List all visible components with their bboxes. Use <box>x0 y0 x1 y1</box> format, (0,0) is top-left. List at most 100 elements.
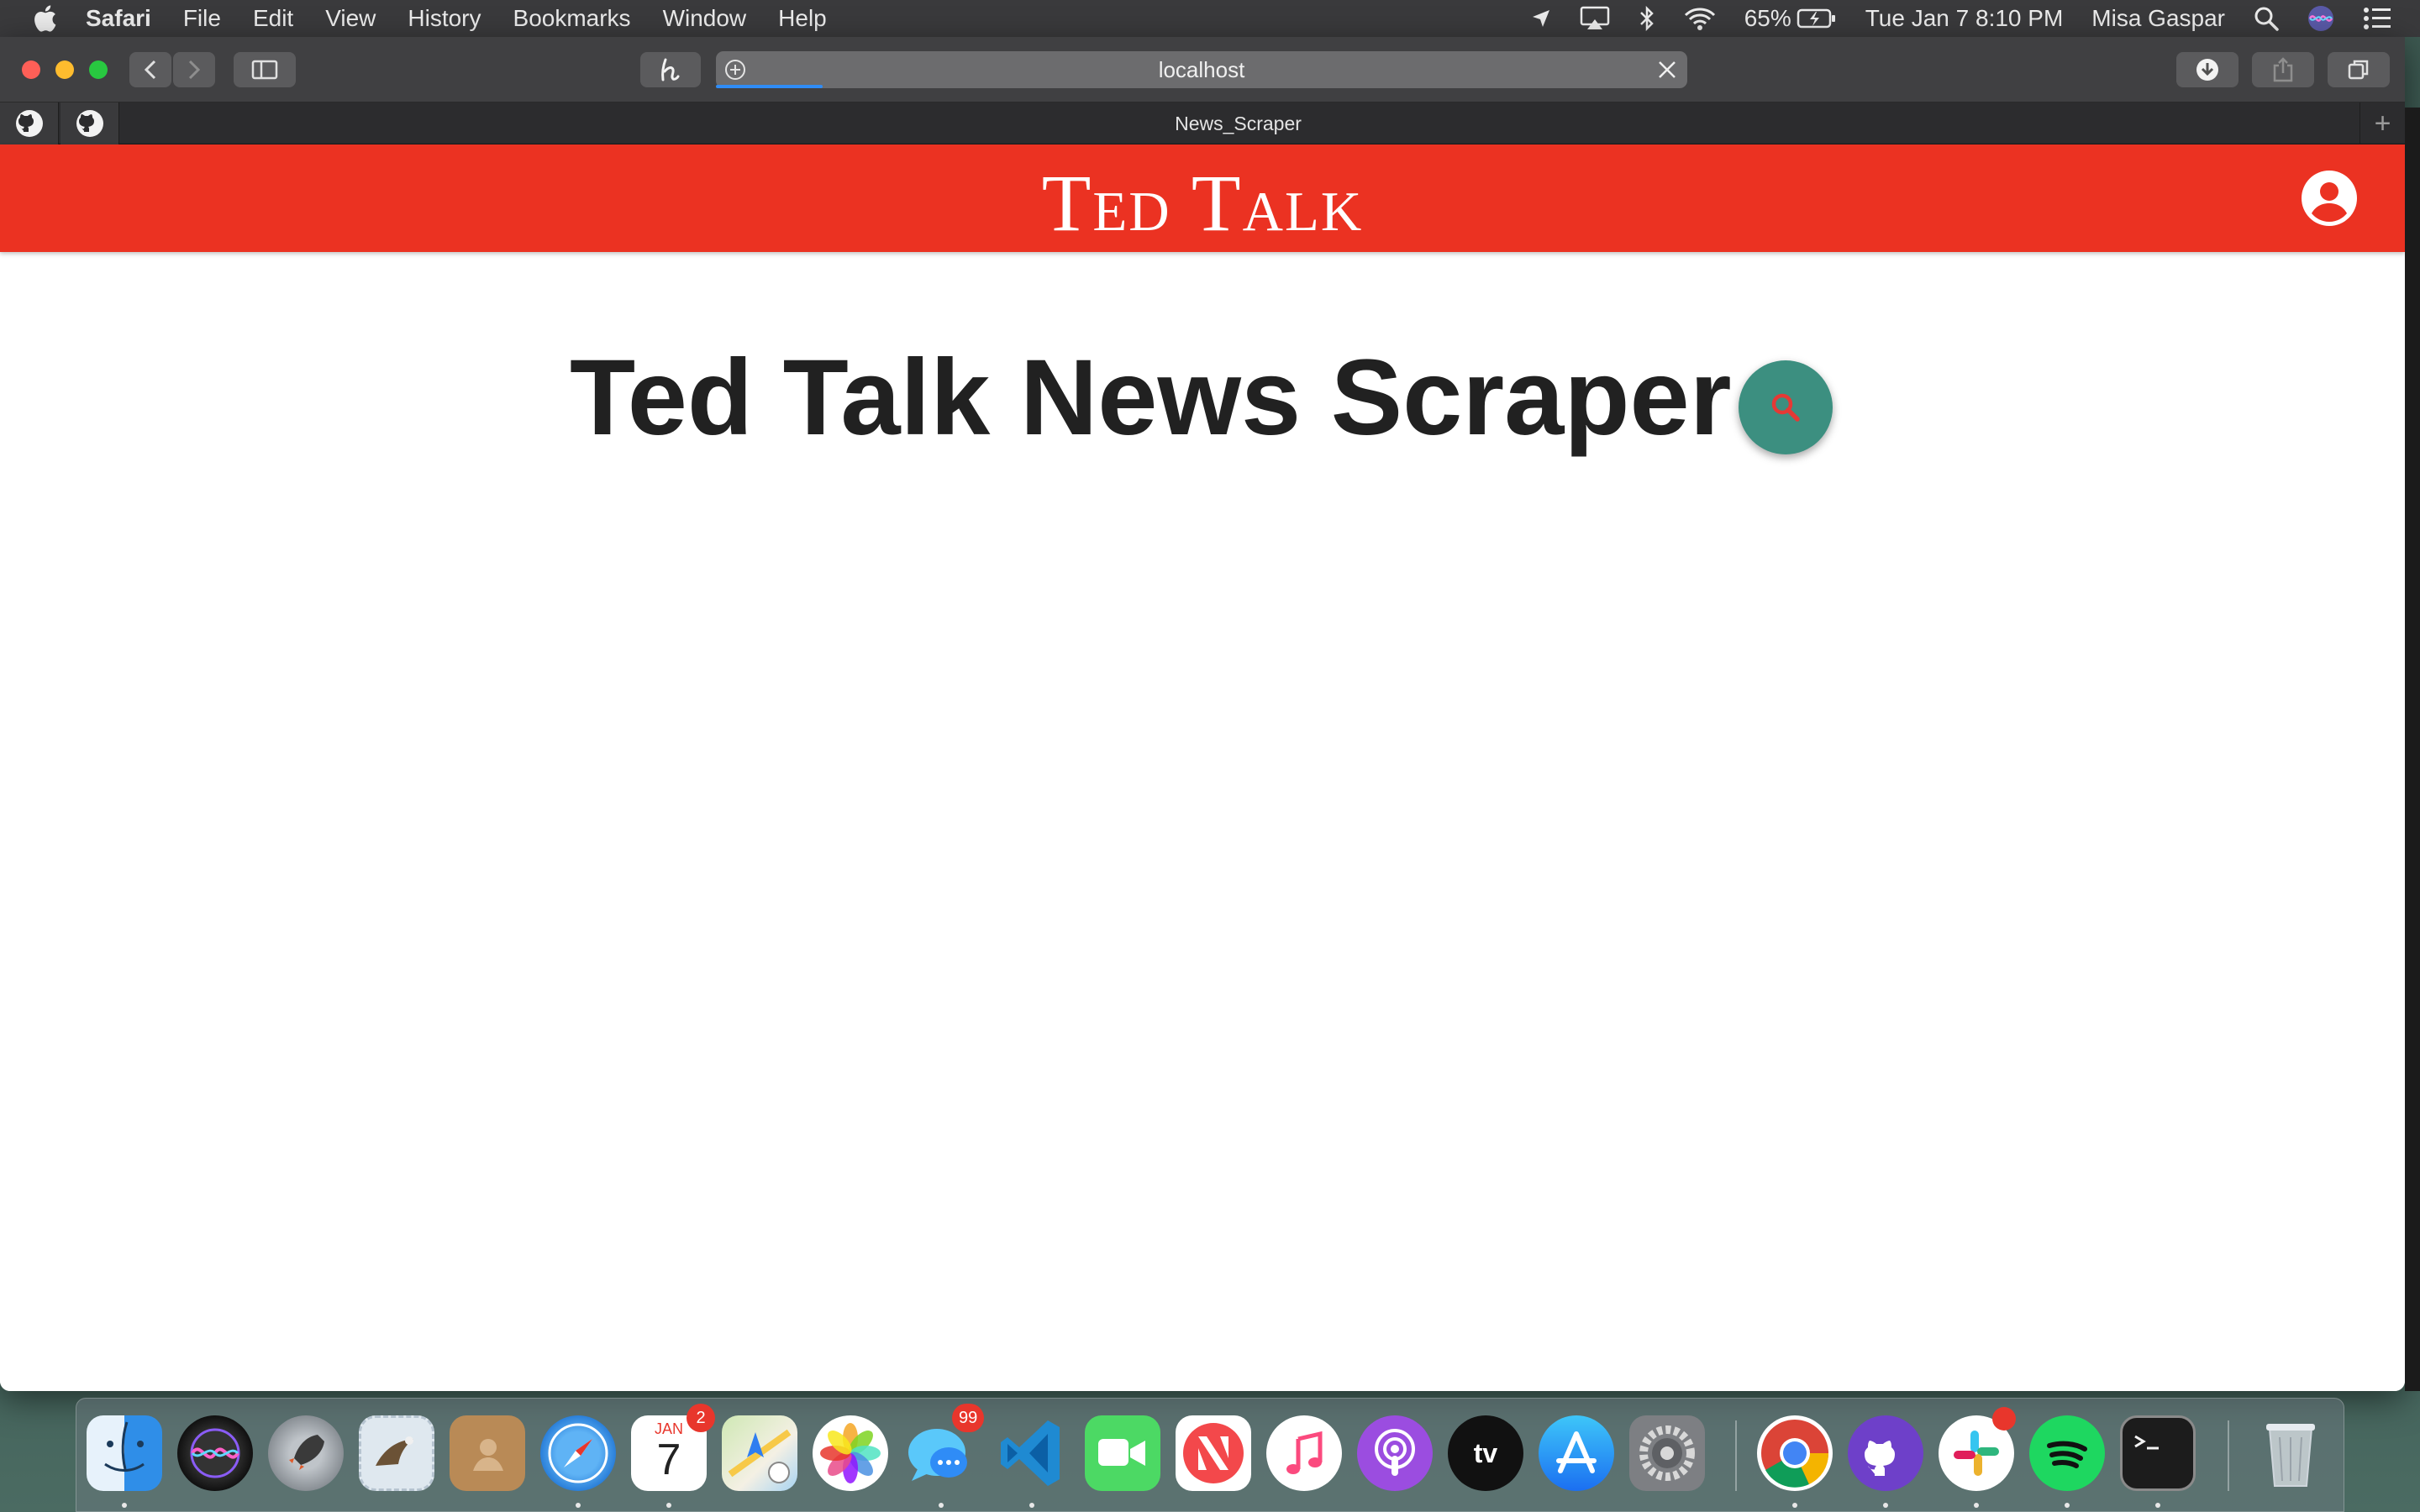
browser-toolbar: localhost <box>0 37 2405 102</box>
sidebar-icon <box>251 60 278 80</box>
dock-separator <box>1735 1420 1737 1491</box>
chrome-icon[interactable] <box>1757 1415 1833 1491</box>
chrome-running-indicator <box>1792 1503 1797 1508</box>
show-all-tabs-button[interactable] <box>2328 52 2390 87</box>
new-tab-button[interactable]: + <box>2360 102 2405 144</box>
close-window-button[interactable] <box>22 60 40 79</box>
active-tab-title: News_Scraper <box>1175 112 1302 134</box>
honey-extension-button[interactable] <box>640 52 701 87</box>
background-terminal-window-edge <box>2405 108 2420 1391</box>
app-store-icon[interactable] <box>1539 1415 1614 1491</box>
apple-tv-icon[interactable]: tv <box>1448 1415 1523 1491</box>
bluetooth-icon[interactable] <box>1639 6 1655 31</box>
wifi-icon[interactable] <box>1684 7 1716 30</box>
tabs-overview-icon <box>2348 60 2369 80</box>
dock: JAN 7 2 99 tv <box>76 1398 2344 1512</box>
menu-view[interactable]: View <box>325 5 376 32</box>
web-page: Ted Talk Ted Talk News Scraper <box>0 144 2405 1391</box>
menu-edit[interactable]: Edit <box>253 5 293 32</box>
menu-help[interactable]: Help <box>778 5 827 32</box>
notification-center-icon[interactable] <box>2363 7 2391 30</box>
system-preferences-icon[interactable] <box>1629 1415 1705 1491</box>
battery-percent: 65% <box>1744 5 1791 31</box>
finder-running-indicator <box>122 1503 127 1508</box>
menubar-clock[interactable]: Tue Jan 7 8:10 PM <box>1865 5 2064 32</box>
calendar-day: 7 <box>656 1435 681 1484</box>
vscode-running-indicator <box>1029 1503 1034 1508</box>
safari-icon[interactable] <box>540 1415 616 1491</box>
url-text[interactable]: localhost <box>1159 57 1245 83</box>
calendar-badge: 2 <box>687 1404 715 1432</box>
pinned-tab-github-2[interactable] <box>60 102 119 144</box>
vscode-icon[interactable] <box>994 1415 1070 1491</box>
scrape-search-button[interactable] <box>1739 360 1833 454</box>
safari-window: localhost News_Scraper + Ted Talk Ted Ta… <box>0 37 2405 1391</box>
menubar-user-name[interactable]: Misa Gaspar <box>2091 5 2225 32</box>
maps-icon[interactable] <box>722 1415 797 1491</box>
site-brand-logo[interactable]: Ted Talk <box>0 163 2405 244</box>
calendar-running-indicator <box>666 1503 671 1508</box>
account-circle-icon <box>2302 171 2357 226</box>
airplay-icon[interactable] <box>1580 6 1610 31</box>
add-page-icon[interactable] <box>724 59 746 81</box>
share-button[interactable] <box>2252 52 2314 87</box>
contacts-icon[interactable] <box>450 1415 525 1491</box>
tab-bar: News_Scraper + <box>0 102 2405 144</box>
battery-status[interactable]: 65% <box>1744 5 1837 32</box>
minimize-window-button[interactable] <box>55 60 74 79</box>
site-navbar: Ted Talk <box>0 144 2405 252</box>
page-load-progress-bar <box>716 85 823 88</box>
apple-menu-icon[interactable] <box>32 4 60 33</box>
slack-notification-badge <box>1992 1407 2016 1431</box>
github-desktop-running-indicator <box>1883 1503 1888 1508</box>
podcasts-icon[interactable] <box>1357 1415 1433 1491</box>
safari-running-indicator <box>576 1503 581 1508</box>
account-button[interactable] <box>2301 170 2358 227</box>
plus-icon: + <box>2374 107 2391 139</box>
spotify-icon[interactable] <box>2029 1415 2105 1491</box>
github-icon <box>76 110 103 137</box>
music-icon[interactable] <box>1266 1415 1342 1491</box>
trash-icon[interactable] <box>2253 1415 2328 1491</box>
forward-button[interactable] <box>173 52 215 87</box>
menu-bookmarks[interactable]: Bookmarks <box>513 5 631 32</box>
terminal-running-indicator <box>2155 1503 2160 1508</box>
address-bar[interactable]: localhost <box>716 51 1687 88</box>
menu-window[interactable]: Window <box>663 5 747 32</box>
github-desktop-icon[interactable] <box>1848 1415 1923 1491</box>
finder-icon[interactable] <box>87 1415 162 1491</box>
chevron-right-icon <box>188 60 201 80</box>
menu-app-name[interactable]: Safari <box>86 5 151 32</box>
pinned-tab-github-1[interactable] <box>0 102 59 144</box>
slack-running-indicator <box>1974 1503 1979 1508</box>
sidebar-toggle-button[interactable] <box>234 52 296 87</box>
menu-file[interactable]: File <box>183 5 221 32</box>
zoom-window-button[interactable] <box>89 60 108 79</box>
launchpad-icon[interactable] <box>268 1415 344 1491</box>
download-icon <box>2196 59 2218 81</box>
github-icon <box>15 110 43 137</box>
messages-running-indicator <box>939 1503 944 1508</box>
downloads-button[interactable] <box>2176 52 2238 87</box>
facetime-icon[interactable] <box>1085 1415 1160 1491</box>
messages-badge: 99 <box>952 1404 985 1432</box>
siri-menubar-icon[interactable] <box>2307 5 2334 32</box>
dock-separator <box>2228 1420 2229 1491</box>
page-title: Ted Talk News Scraper <box>570 338 1732 458</box>
terminal-icon[interactable] <box>2120 1415 2196 1491</box>
siri-icon[interactable] <box>177 1415 253 1491</box>
back-button[interactable] <box>129 52 171 87</box>
spotify-running-indicator <box>2065 1503 2070 1508</box>
battery-icon <box>1797 8 1835 29</box>
mail-icon[interactable] <box>359 1415 434 1491</box>
photos-icon[interactable] <box>813 1415 888 1491</box>
tv-label: tv <box>1473 1437 1498 1468</box>
menu-history[interactable]: History <box>408 5 481 32</box>
active-tab[interactable]: News_Scraper <box>122 102 2354 144</box>
search-icon <box>1771 393 1800 422</box>
news-icon[interactable] <box>1176 1415 1251 1491</box>
stop-loading-icon[interactable] <box>1657 60 1677 80</box>
spotlight-search-icon[interactable] <box>2254 6 2279 31</box>
share-icon <box>2273 57 2293 82</box>
location-icon[interactable] <box>1531 8 1551 29</box>
